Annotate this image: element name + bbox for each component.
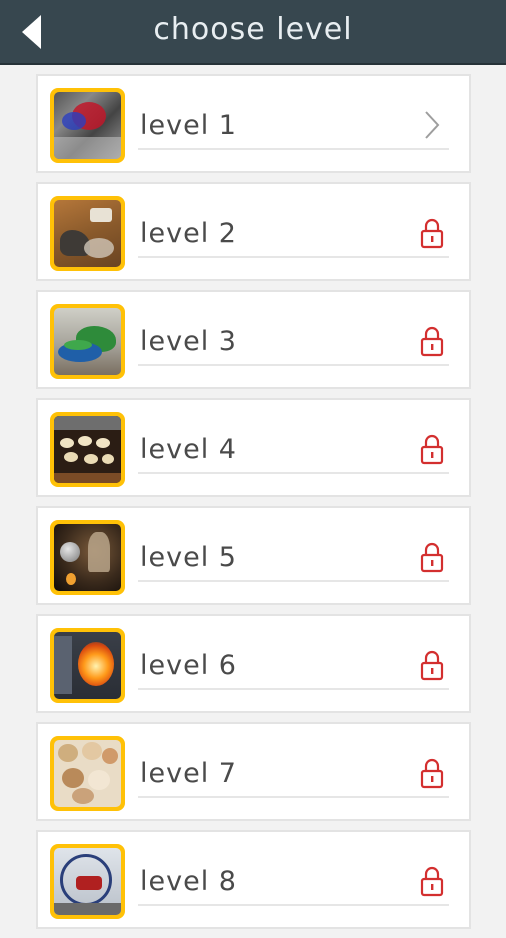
lock-status — [417, 432, 447, 466]
level-thumbnail — [50, 88, 125, 163]
divider — [138, 472, 449, 474]
level-list: level 1 level 2 level 3 level 4 level 5 … — [36, 74, 471, 938]
level-label: level 7 — [140, 758, 237, 789]
level-item-3[interactable]: level 3 — [36, 290, 471, 389]
level-thumbnail — [50, 412, 125, 487]
divider — [138, 580, 449, 582]
lock-status — [417, 756, 447, 790]
lock-status — [417, 216, 447, 250]
level-label: level 2 — [140, 218, 237, 249]
level-item-6[interactable]: level 6 — [36, 614, 471, 713]
level-label: level 1 — [140, 110, 237, 141]
open-level-button[interactable] — [417, 108, 447, 142]
chevron-right-icon — [425, 111, 440, 139]
lock-status — [417, 540, 447, 574]
divider — [138, 688, 449, 690]
page-title: choose level — [153, 12, 353, 47]
level-item-5[interactable]: level 5 — [36, 506, 471, 605]
app-header: choose level — [0, 0, 506, 65]
level-item-2[interactable]: level 2 — [36, 182, 471, 281]
level-thumbnail — [50, 304, 125, 379]
level-label: level 4 — [140, 434, 237, 465]
lock-icon — [420, 758, 444, 789]
lock-status — [417, 324, 447, 358]
level-thumbnail — [50, 628, 125, 703]
lock-icon — [420, 542, 444, 573]
level-thumbnail — [50, 520, 125, 595]
level-item-1[interactable]: level 1 — [36, 74, 471, 173]
divider — [138, 256, 449, 258]
lock-icon — [420, 650, 444, 681]
lock-icon — [420, 434, 444, 465]
divider — [138, 364, 449, 366]
level-item-8[interactable]: level 8 — [36, 830, 471, 929]
level-thumbnail — [50, 736, 125, 811]
divider — [138, 148, 449, 150]
level-item-7[interactable]: level 7 — [36, 722, 471, 821]
divider — [138, 796, 449, 798]
lock-status — [417, 648, 447, 682]
lock-status — [417, 864, 447, 898]
lock-icon — [420, 326, 444, 357]
level-label: level 3 — [140, 326, 237, 357]
level-thumbnail — [50, 196, 125, 271]
level-item-4[interactable]: level 4 — [36, 398, 471, 497]
divider — [138, 904, 449, 906]
level-label: level 5 — [140, 542, 237, 573]
lock-icon — [420, 866, 444, 897]
level-label: level 8 — [140, 866, 237, 897]
level-thumbnail — [50, 844, 125, 919]
lock-icon — [420, 218, 444, 249]
level-label: level 6 — [140, 650, 237, 681]
